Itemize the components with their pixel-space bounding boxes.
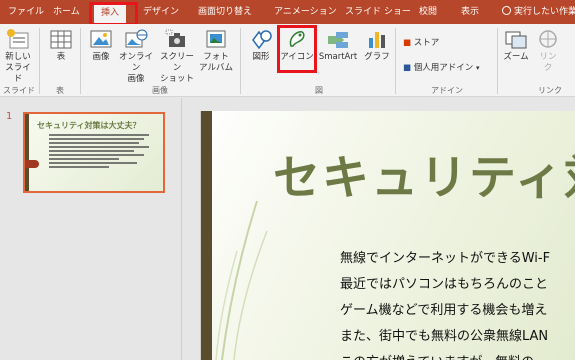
- thumbnail-title: セキュリティ対策は大丈夫？: [37, 121, 141, 130]
- shapes-button[interactable]: 図形: [247, 28, 275, 63]
- thumbnail-tab: [25, 160, 39, 168]
- new-slide-icon: [7, 29, 29, 49]
- photo-album-icon: [206, 30, 226, 48]
- tab-view[interactable]: 表示: [461, 0, 479, 24]
- link-label-2: ク: [543, 63, 553, 73]
- picture-label: 画像: [92, 52, 110, 62]
- zoom-icon: [505, 31, 527, 49]
- store-icon: ■: [403, 38, 412, 48]
- slide-number: 1: [6, 111, 13, 122]
- tab-home[interactable]: ホーム: [53, 0, 80, 24]
- chart-label: グラフ: [364, 52, 390, 62]
- camera-icon: [165, 29, 185, 47]
- online-picture-label-2: 画像: [127, 74, 145, 84]
- group-label-slides: スライド: [3, 86, 35, 95]
- smartart-label: SmartArt: [318, 52, 358, 62]
- body-line-4: また、街中でも無料の公衆無線LAN: [340, 329, 549, 344]
- slide-canvas[interactable]: セキュリティ対 無線でインターネットができるWi-F 最近ではパソコンはもちろん…: [200, 111, 575, 360]
- tab-file[interactable]: ファイル: [8, 0, 44, 24]
- new-slide-label-2: スライド: [5, 63, 31, 84]
- slide-side-bar: [201, 111, 212, 360]
- grass-decoration: [215, 200, 268, 360]
- shapes-icon: [252, 30, 272, 50]
- picture-icon: [90, 30, 112, 48]
- online-picture-icon: [125, 29, 148, 48]
- body-line-3: ゲーム機などで利用する機会も増え: [340, 303, 548, 318]
- slide-body-text[interactable]: 無線でインターネットができるWi-F 最近ではパソコンはもちろんのこと ゲーム機…: [340, 246, 550, 360]
- tell-me-box[interactable]: 実行したい作業: [502, 0, 575, 24]
- photo-album-button[interactable]: フォト アルバム: [199, 28, 233, 74]
- thumbnail-text-lines: [49, 134, 149, 170]
- link-label-1: リン: [539, 52, 557, 62]
- table-label: 表: [56, 52, 66, 62]
- chart-button[interactable]: グラフ: [363, 28, 391, 63]
- tell-me-label: 実行したい作業: [514, 7, 575, 17]
- zoom-label: ズーム: [503, 52, 529, 62]
- new-slide-button[interactable]: 新しい スライド: [2, 28, 34, 85]
- chevron-down-icon: ▾: [475, 64, 480, 72]
- group-label-illustrations: 図: [315, 86, 323, 95]
- body-line-5: この方が増えていますが、無料の: [340, 350, 550, 360]
- body-line-1: 無線でインターネットができるWi-F: [340, 251, 551, 266]
- store-label: ストア: [413, 38, 440, 48]
- online-picture-label-1: オンライン: [118, 52, 153, 73]
- link-icon: [539, 30, 557, 48]
- tab-slideshow[interactable]: スライド ショー: [345, 0, 411, 24]
- thumbnail-side-bar: [25, 114, 29, 191]
- table-icon: [50, 30, 72, 49]
- shapes-label: 図形: [252, 52, 270, 62]
- tab-animations[interactable]: アニメーション: [274, 0, 337, 24]
- screenshot-button[interactable]: スクリーン ショット: [157, 28, 197, 85]
- tab-transitions[interactable]: 画面切り替え: [198, 0, 252, 24]
- screenshot-label-2: ショット: [159, 74, 194, 84]
- powerpoint-window: ファイル ホーム 挿入 デザイン 画面切り替え アニメーション スライド ショー…: [0, 0, 575, 360]
- chart-icon: [369, 32, 385, 48]
- slide-thumbnail[interactable]: セキュリティ対策は大丈夫？: [23, 112, 165, 193]
- tab-review[interactable]: 校閲: [419, 0, 437, 24]
- tab-design[interactable]: デザイン: [143, 0, 179, 24]
- slide-title[interactable]: セキュリティ対: [273, 139, 575, 208]
- screenshot-label-1: スクリーン: [159, 52, 194, 73]
- group-label-table: 表: [56, 86, 64, 95]
- addins-icon: ■: [403, 63, 412, 73]
- new-slide-label-1: 新しい: [5, 52, 31, 62]
- zoom-button[interactable]: ズーム: [502, 28, 530, 63]
- group-label-links: リンク: [538, 86, 562, 95]
- my-addins-button[interactable]: ■ 個人用アドイン ▾: [403, 61, 479, 73]
- insert-tab-highlight: [89, 2, 138, 26]
- online-picture-button[interactable]: オンライン 画像: [117, 28, 155, 85]
- table-button[interactable]: 表: [47, 28, 75, 63]
- icon-button-highlight: [277, 25, 317, 73]
- picture-button[interactable]: 画像: [87, 28, 115, 63]
- photo-album-label-2: アルバム: [199, 63, 233, 73]
- smartart-icon: [328, 32, 348, 48]
- link-button[interactable]: リン ク: [534, 28, 562, 74]
- group-label-addins: アドイン: [431, 86, 463, 95]
- store-button[interactable]: ■ ストア: [403, 36, 439, 48]
- ribbon-tab-bar: ファイル ホーム 挿入 デザイン 画面切り替え アニメーション スライド ショー…: [0, 0, 575, 24]
- body-line-2: 最近ではパソコンはもちろんのこと: [340, 277, 549, 292]
- my-addins-label: 個人用アドイン: [413, 63, 474, 73]
- lightbulb-icon: [502, 6, 511, 15]
- smartart-button[interactable]: SmartArt: [315, 28, 361, 63]
- group-label-images: 画像: [152, 86, 168, 95]
- photo-album-label-1: フォト: [203, 52, 229, 62]
